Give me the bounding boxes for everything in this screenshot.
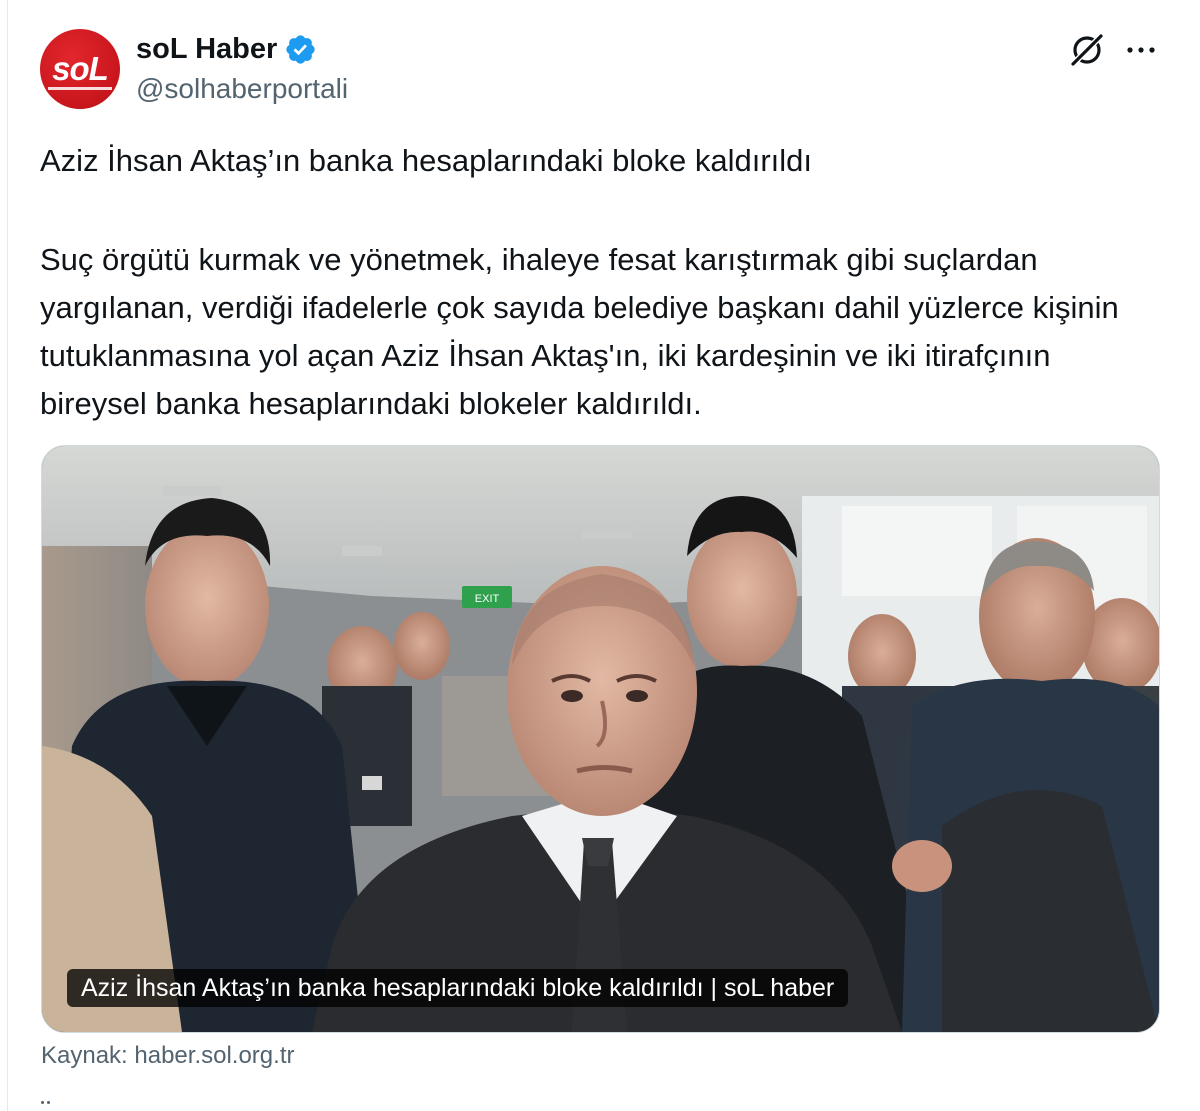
exit-sign-text: EXIT	[475, 593, 500, 605]
avatar[interactable]: soL	[40, 29, 120, 109]
media-source-link[interactable]: Kaynak: haber.sol.org.tr	[41, 1040, 294, 1072]
tweet-card: soL soL Haber @solhaberportali Aziz İhsa…	[0, 0, 1200, 1111]
news-photo: EXIT	[42, 446, 1159, 1032]
tweet-media-card[interactable]: EXIT Aziz İhsan Aktaş’ın banka hesapları…	[41, 445, 1160, 1033]
more-options-icon[interactable]	[1125, 38, 1157, 62]
avatar-logo-underline	[48, 87, 112, 90]
tweet-title: Aziz İhsan Aktaş’ın banka hesaplarındaki…	[40, 143, 813, 178]
tweet-body: Suç örgütü kurmak ve yönetmek, ihaleye f…	[40, 242, 1119, 421]
author-handle[interactable]: @solhaberportali	[136, 72, 348, 106]
media-caption: Aziz İhsan Aktaş’ın banka hesaplarındaki…	[67, 969, 849, 1007]
grok-icon[interactable]	[1069, 32, 1105, 68]
author-display-name[interactable]: soL Haber	[136, 31, 277, 67]
verified-badge-icon[interactable]	[284, 33, 317, 66]
author-name-row: soL Haber	[136, 31, 317, 67]
avatar-logo-text: soL	[52, 50, 109, 87]
truncated-next-line	[41, 1101, 50, 1105]
card-left-border	[7, 0, 8, 1111]
